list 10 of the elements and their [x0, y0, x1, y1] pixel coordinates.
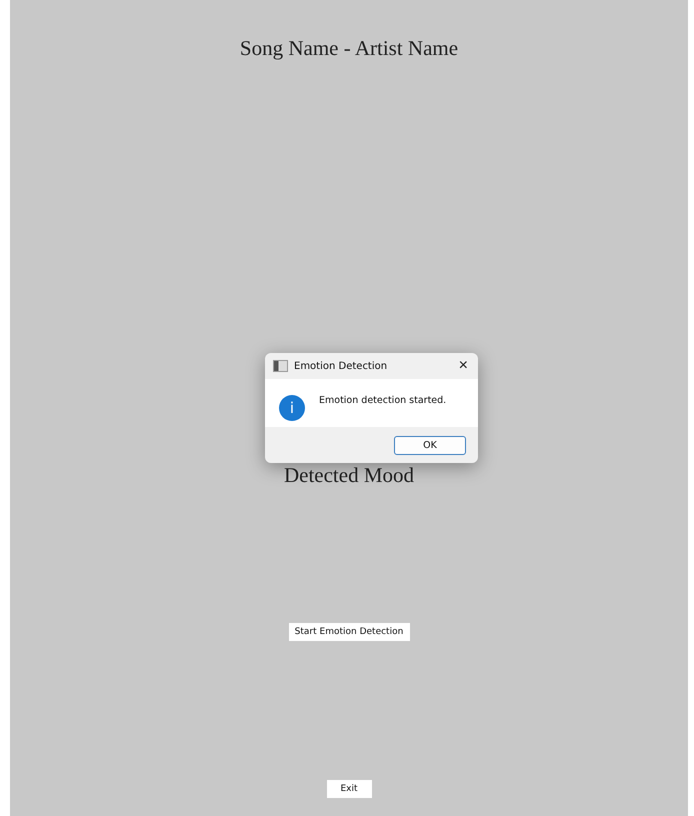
dialog-title: Emotion Detection — [294, 360, 388, 372]
mood-label: Detected Mood — [284, 463, 414, 488]
song-title: Song Name - Artist Name — [240, 36, 458, 61]
window-icon — [273, 360, 288, 372]
ok-button[interactable]: OK — [394, 436, 466, 454]
close-button[interactable]: × — [456, 358, 470, 374]
exit-button[interactable]: Exit — [326, 780, 372, 798]
start-detection-button[interactable]: Start Emotion Detection — [288, 623, 410, 641]
info-icon: i — [279, 395, 305, 421]
dialog-message: Emotion detection started. — [319, 394, 446, 406]
